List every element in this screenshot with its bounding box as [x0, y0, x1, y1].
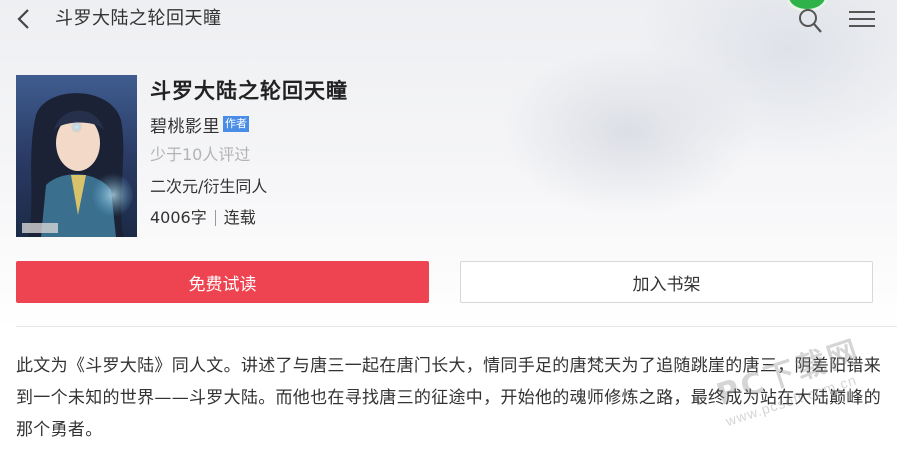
add-to-shelf-button[interactable]: 加入书架 — [460, 261, 873, 303]
author-row: 碧桃影里 作者 — [150, 112, 249, 137]
book-meta: 4006字 连载 — [150, 208, 256, 228]
book-title: 斗罗大陆之轮回天瞳 — [150, 79, 348, 103]
author-badge: 作者 — [223, 116, 249, 132]
meta-divider — [214, 210, 216, 226]
back-arrow-icon[interactable] — [14, 7, 34, 31]
serial-status: 连载 — [223, 208, 256, 227]
search-icon[interactable] — [797, 6, 823, 34]
author-name[interactable]: 碧桃影里 — [150, 112, 220, 137]
book-category: 二次元/衍生同人 — [150, 177, 268, 196]
nav-title: 斗罗大陆之轮回天瞳 — [55, 8, 222, 29]
word-count: 4006字 — [150, 208, 207, 227]
section-divider — [16, 326, 897, 327]
top-bar: 斗罗大陆之轮回天瞳 — [0, 0, 897, 40]
free-read-button[interactable]: 免费试读 — [16, 261, 429, 303]
rating-text: 少于10人评过 — [150, 145, 251, 164]
menu-icon[interactable] — [849, 11, 875, 29]
book-cover[interactable] — [16, 75, 137, 237]
